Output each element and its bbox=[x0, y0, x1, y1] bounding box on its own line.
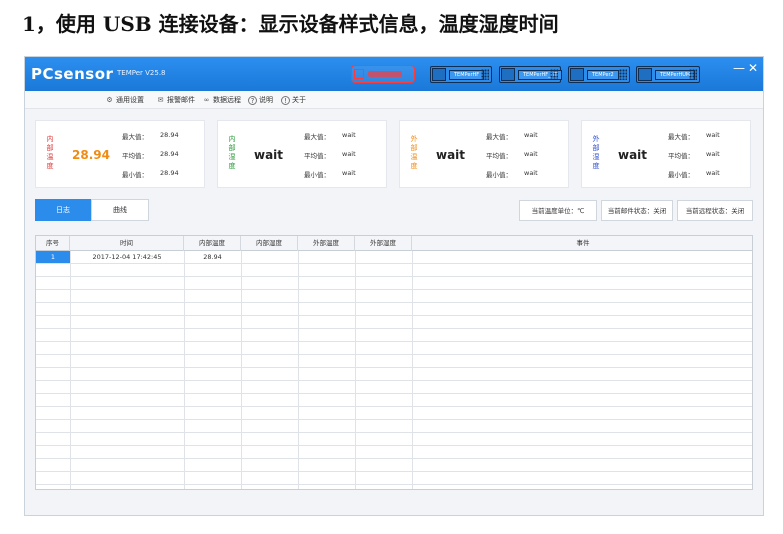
grip-icon bbox=[689, 69, 697, 80]
grip-icon bbox=[481, 69, 489, 80]
card-stat-avg: 平均值： wait bbox=[486, 150, 538, 160]
cell-internal-humidity bbox=[241, 251, 298, 263]
card-stat-avg: 平均值： wait bbox=[668, 150, 720, 160]
card-internal-humidity: 内部湿度 wait 最大值： wait 平均值： wait 最小值： wait bbox=[217, 120, 387, 188]
cell-event bbox=[412, 251, 752, 263]
card-stat-min: 最小值： wait bbox=[304, 169, 356, 179]
menu-label: 报警邮件 bbox=[167, 96, 195, 104]
card-external-humidity: 外部湿度 wait 最大值： wait 平均值： wait 最小值： wait bbox=[581, 120, 751, 188]
card-stat-max: 最大值： 28.94 bbox=[122, 131, 179, 141]
close-icon[interactable]: ✕ bbox=[748, 61, 758, 75]
pcsensor-logo: PCsensor bbox=[31, 62, 113, 84]
device-icon bbox=[570, 68, 584, 81]
device-temperhf[interactable]: TEMPerHF bbox=[430, 66, 492, 83]
column-header[interactable]: 外部湿度 bbox=[355, 236, 412, 251]
card-value: wait bbox=[618, 148, 648, 162]
card-stat-min: 最小值： 28.94 bbox=[122, 169, 179, 179]
device-temperhum[interactable]: TEMPerHUM bbox=[636, 66, 700, 83]
mail-icon: ✉ bbox=[157, 95, 164, 104]
device-icon bbox=[501, 68, 515, 81]
gear-icon: ⚙ bbox=[106, 95, 113, 104]
menu-about[interactable]: ! 关于 bbox=[281, 95, 306, 105]
log-table: 序号 时间 内部温度 内部湿度 外部温度 外部湿度 事件 1 2017-12-0… bbox=[35, 235, 753, 490]
card-stat-max: 最大值： wait bbox=[668, 131, 720, 141]
menu-help[interactable]: ? 说明 bbox=[248, 95, 273, 105]
menu-bar: ⚙ 通用设置 ✉ 报警邮件 ∞ 数据远程 ? 说明 ! 关于 bbox=[25, 91, 763, 109]
tab-curve[interactable]: 曲线 bbox=[91, 199, 149, 221]
card-label: 外部温度 bbox=[410, 135, 418, 170]
card-stat-avg: 平均值： wait bbox=[304, 150, 356, 160]
card-label: 内部温度 bbox=[46, 135, 54, 170]
table-body: 1 2017-12-04 17:42:45 28.94 bbox=[36, 251, 752, 489]
menu-alarm-email[interactable]: ✉ 报警邮件 bbox=[156, 95, 195, 105]
column-header[interactable]: 事件 bbox=[412, 236, 752, 251]
help-icon: ? bbox=[248, 95, 257, 105]
card-stat-max: 最大值： wait bbox=[486, 131, 538, 141]
menu-data-remote[interactable]: ∞ 数据远程 bbox=[202, 95, 241, 105]
card-stat-max: 最大值： wait bbox=[304, 131, 356, 141]
cell-index: 1 bbox=[36, 251, 70, 263]
column-header[interactable]: 内部湿度 bbox=[241, 236, 298, 251]
device-temperhf-ht[interactable]: TEMPerHF_HT bbox=[499, 66, 563, 83]
device-label: TEMPer2 bbox=[587, 70, 619, 80]
card-value: 28.94 bbox=[72, 148, 110, 162]
menu-label: 关于 bbox=[292, 96, 306, 104]
card-stat-min: 最小值： wait bbox=[486, 169, 538, 179]
column-header[interactable]: 外部温度 bbox=[298, 236, 355, 251]
column-header[interactable]: 时间 bbox=[70, 236, 184, 251]
card-label: 外部湿度 bbox=[592, 135, 600, 170]
page-heading: 1，使用 USB 连接设备：显示设备样式信息，温度湿度时间 bbox=[22, 12, 559, 36]
column-header[interactable]: 内部温度 bbox=[184, 236, 241, 251]
tab-log[interactable]: 日志 bbox=[35, 199, 91, 221]
card-value: wait bbox=[436, 148, 466, 162]
column-header[interactable]: 序号 bbox=[36, 236, 70, 251]
grip-icon bbox=[550, 69, 558, 80]
menu-label: 通用设置 bbox=[116, 96, 144, 104]
title-bar[interactable]: PCsensor TEMPer V25.8 TEMPerHF TEMPerHF_… bbox=[25, 57, 763, 91]
minimize-icon[interactable]: — bbox=[733, 61, 745, 75]
link-icon: ∞ bbox=[203, 95, 210, 104]
card-stat-avg: 平均值： 28.94 bbox=[122, 150, 179, 160]
menu-general-settings[interactable]: ⚙ 通用设置 bbox=[105, 95, 144, 105]
temperature-unit-button[interactable]: 当前温度单位：℃ bbox=[519, 200, 597, 221]
card-label: 内部湿度 bbox=[228, 135, 236, 170]
cell-internal-temperature: 28.94 bbox=[203, 253, 222, 261]
cell-external-temperature bbox=[298, 251, 355, 263]
email-status-button[interactable]: 当前邮件状态：关闭 bbox=[601, 200, 673, 221]
card-internal-temperature: 内部温度 28.94 最大值： 28.94 平均值： 28.94 最小值： 28.94 bbox=[35, 120, 205, 188]
card-stat-min: 最小值： wait bbox=[668, 169, 720, 179]
table-header: 序号 时间 内部温度 内部湿度 外部温度 外部湿度 事件 bbox=[36, 236, 752, 251]
temper-app-window: PCsensor TEMPer V25.8 TEMPerHF TEMPerHF_… bbox=[24, 56, 764, 516]
card-external-temperature: 外部温度 wait 最大值： wait 平均值： wait 最小值： wait bbox=[399, 120, 569, 188]
usb-device-icon bbox=[351, 65, 415, 83]
logo-text: PCsensor bbox=[31, 65, 114, 83]
device-icon bbox=[638, 68, 652, 81]
info-icon: ! bbox=[281, 95, 290, 105]
cell-time: 2017-12-04 17:42:45 bbox=[92, 253, 162, 261]
grip-icon bbox=[619, 69, 627, 80]
menu-label: 数据远程 bbox=[213, 96, 241, 104]
remote-status-button[interactable]: 当前远程状态：关闭 bbox=[677, 200, 753, 221]
device-temper2[interactable]: TEMPer2 bbox=[568, 66, 630, 83]
card-value: wait bbox=[254, 148, 284, 162]
menu-label: 说明 bbox=[259, 96, 273, 104]
device-label: TEMPerHF bbox=[449, 70, 485, 80]
cell-external-humidity bbox=[355, 251, 412, 263]
app-version: TEMPer V25.8 bbox=[117, 69, 166, 77]
device-icon bbox=[432, 68, 446, 81]
